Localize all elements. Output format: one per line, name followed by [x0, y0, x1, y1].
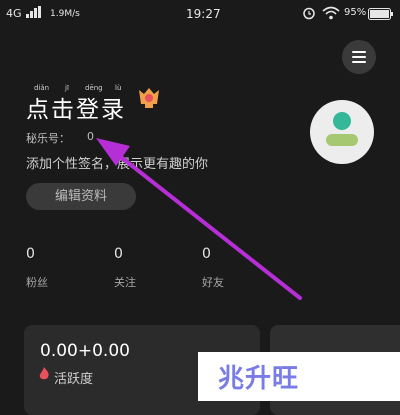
- network-type: 4G: [6, 7, 22, 20]
- flame-icon: [39, 367, 49, 380]
- following-count: 0: [114, 246, 123, 262]
- following-label: 关注: [114, 276, 136, 289]
- edit-profile-button[interactable]: 编辑资料: [26, 183, 136, 210]
- signal-icon: [26, 6, 41, 18]
- followers-count: 0: [26, 246, 35, 262]
- alarm-icon: [303, 7, 315, 20]
- stat-following[interactable]: 0 关注: [114, 246, 174, 290]
- stat-followers[interactable]: 0 粉丝: [26, 246, 86, 290]
- avatar[interactable]: [310, 100, 374, 164]
- activity-value: 0.00+0.00: [40, 341, 130, 361]
- login-title[interactable]: 点击登录: [26, 90, 126, 124]
- activity-label: 活跃度: [54, 372, 94, 387]
- menu-button[interactable]: [342, 40, 376, 74]
- watermark-text: 兆升旺: [218, 364, 300, 394]
- clock: 19:27: [186, 7, 221, 21]
- wifi-icon: [322, 6, 340, 20]
- friends-label: 好友: [202, 276, 224, 289]
- battery-percent: 95%: [344, 7, 367, 18]
- battery-icon: [368, 8, 393, 20]
- user-id-value: 0: [87, 130, 94, 143]
- friends-count: 0: [202, 246, 211, 262]
- stat-friends[interactable]: 0 好友: [202, 246, 262, 290]
- level-badge-icon: [139, 88, 159, 108]
- followers-label: 粉丝: [26, 276, 48, 289]
- status-bar: 4G 1.9M/s 19:27 95%: [0, 0, 400, 30]
- signature-prompt[interactable]: 添加个性签名，展示更有趣的你: [26, 153, 208, 172]
- network-speed: 1.9M/s: [50, 9, 80, 19]
- avatar-head-shape: [333, 112, 351, 130]
- user-id-label: 秘乐号：: [26, 132, 70, 145]
- avatar-body-shape: [326, 134, 358, 146]
